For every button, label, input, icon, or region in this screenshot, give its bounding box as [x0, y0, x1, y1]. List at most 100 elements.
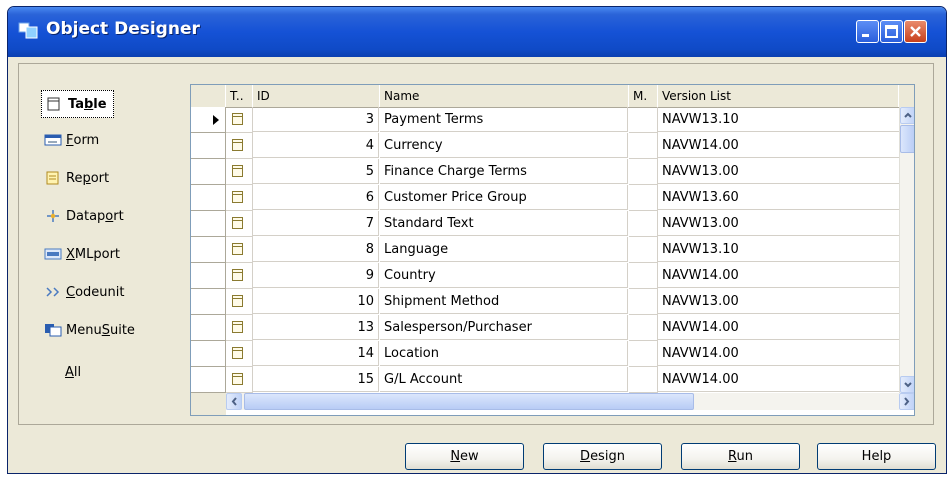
- minimize-button[interactable]: [856, 20, 879, 43]
- row-modified-cell[interactable]: [629, 185, 658, 211]
- row-type-cell[interactable]: [226, 107, 253, 133]
- table-row[interactable]: 3 Payment Terms NAVW13.10: [191, 107, 899, 133]
- table-row[interactable]: 15 G/L Account NAVW14.00: [191, 367, 899, 393]
- row-type-cell[interactable]: [226, 263, 253, 289]
- vertical-scrollbar[interactable]: [899, 107, 914, 393]
- row-type-cell[interactable]: [226, 211, 253, 237]
- row-version-cell[interactable]: NAVW13.10: [658, 237, 899, 262]
- row-modified-cell[interactable]: [629, 367, 658, 393]
- row-name-cell[interactable]: Location: [380, 341, 628, 366]
- row-type-cell[interactable]: [226, 185, 253, 211]
- table-row[interactable]: 4 Currency NAVW14.00: [191, 133, 899, 159]
- row-type-cell[interactable]: [226, 159, 253, 185]
- row-name-cell[interactable]: Shipment Method: [380, 289, 628, 314]
- run-button[interactable]: Run: [681, 443, 800, 470]
- row-version-cell[interactable]: NAVW14.00: [658, 263, 899, 288]
- column-header-modified[interactable]: M.: [629, 85, 658, 107]
- row-modified-cell[interactable]: [629, 237, 658, 263]
- column-header-id[interactable]: ID: [253, 85, 380, 107]
- row-name-cell[interactable]: Standard Text: [380, 211, 628, 236]
- row-selector[interactable]: [191, 341, 226, 367]
- row-id-cell[interactable]: 6: [253, 185, 379, 210]
- row-selector[interactable]: [191, 185, 226, 211]
- row-id-cell[interactable]: 3: [253, 107, 379, 132]
- row-version-cell[interactable]: NAVW13.10: [658, 107, 899, 132]
- row-id-cell[interactable]: 13: [253, 315, 379, 340]
- row-modified-cell[interactable]: [629, 133, 658, 159]
- row-version-cell[interactable]: NAVW13.00: [658, 289, 899, 314]
- design-button[interactable]: Design: [543, 443, 662, 470]
- title-bar[interactable]: Object Designer: [8, 7, 946, 57]
- scroll-up-button[interactable]: [900, 107, 914, 124]
- table-row[interactable]: 6 Customer Price Group NAVW13.60: [191, 185, 899, 211]
- type-xmlport[interactable]: X MLport: [44, 242, 120, 266]
- row-selector[interactable]: [191, 367, 226, 393]
- row-type-cell[interactable]: [226, 315, 253, 341]
- row-selector[interactable]: [191, 289, 226, 315]
- close-button[interactable]: [904, 20, 927, 43]
- row-selector[interactable]: [191, 133, 226, 159]
- row-id-cell[interactable]: 14: [253, 341, 379, 366]
- row-name-cell[interactable]: Finance Charge Terms: [380, 159, 628, 184]
- row-version-cell[interactable]: NAVW13.00: [658, 159, 899, 184]
- type-all[interactable]: All: [65, 360, 81, 384]
- row-id-cell[interactable]: 8: [253, 237, 379, 262]
- column-header-version-list[interactable]: Version List: [658, 85, 899, 107]
- row-type-cell[interactable]: [226, 133, 253, 159]
- row-name-cell[interactable]: Language: [380, 237, 628, 262]
- row-modified-cell[interactable]: [629, 315, 658, 341]
- row-modified-cell[interactable]: [629, 211, 658, 237]
- type-report[interactable]: Re p ort: [44, 166, 109, 190]
- row-selector[interactable]: [191, 237, 226, 263]
- type-codeunit[interactable]: Codeunit: [44, 280, 124, 304]
- maximize-button[interactable]: [880, 20, 903, 43]
- vertical-scroll-thumb[interactable]: [900, 125, 914, 153]
- row-type-cell[interactable]: [226, 237, 253, 263]
- table-row[interactable]: 14 Location NAVW14.00: [191, 341, 899, 367]
- row-name-cell[interactable]: Country: [380, 263, 628, 288]
- row-name-cell[interactable]: Salesperson/Purchaser: [380, 315, 628, 340]
- row-version-cell[interactable]: NAVW13.00: [658, 211, 899, 236]
- row-modified-cell[interactable]: [629, 289, 658, 315]
- table-row[interactable]: 8 Language NAVW13.10: [191, 237, 899, 263]
- row-id-cell[interactable]: 15: [253, 367, 379, 392]
- row-name-cell[interactable]: Customer Price Group: [380, 185, 628, 210]
- row-selector[interactable]: [191, 159, 226, 185]
- row-modified-cell[interactable]: [629, 107, 658, 133]
- row-selector[interactable]: [191, 315, 226, 341]
- row-id-cell[interactable]: 7: [253, 211, 379, 236]
- row-id-cell[interactable]: 5: [253, 159, 379, 184]
- table-row[interactable]: 9 Country NAVW14.00: [191, 263, 899, 289]
- row-name-cell[interactable]: Payment Terms: [380, 107, 628, 132]
- help-button[interactable]: Help: [817, 443, 936, 470]
- row-id-cell[interactable]: 10: [253, 289, 379, 314]
- column-header-name[interactable]: Name: [380, 85, 629, 107]
- row-version-cell[interactable]: NAVW14.00: [658, 133, 899, 158]
- new-button[interactable]: New: [405, 443, 524, 470]
- type-table[interactable]: Ta b le: [41, 90, 114, 118]
- row-version-cell[interactable]: NAVW14.00: [658, 341, 899, 366]
- row-type-cell[interactable]: [226, 289, 253, 315]
- type-form[interactable]: Form: [44, 128, 99, 152]
- row-selector[interactable]: [191, 107, 226, 133]
- row-name-cell[interactable]: G/L Account: [380, 367, 628, 392]
- scroll-left-button[interactable]: [226, 393, 242, 410]
- row-version-cell[interactable]: NAVW14.00: [658, 367, 899, 392]
- row-modified-cell[interactable]: [629, 341, 658, 367]
- type-dataport[interactable]: Datap o rt: [44, 204, 124, 228]
- column-header-type[interactable]: T..: [226, 85, 253, 107]
- table-row[interactable]: 10 Shipment Method NAVW13.00: [191, 289, 899, 315]
- row-selector[interactable]: [191, 263, 226, 289]
- scroll-down-button[interactable]: [900, 376, 914, 393]
- row-modified-cell[interactable]: [629, 263, 658, 289]
- table-row[interactable]: 13 Salesperson/Purchaser NAVW14.00: [191, 315, 899, 341]
- row-name-cell[interactable]: Currency: [380, 133, 628, 158]
- row-id-cell[interactable]: 9: [253, 263, 379, 288]
- table-row[interactable]: 7 Standard Text NAVW13.00: [191, 211, 899, 237]
- row-selector[interactable]: [191, 211, 226, 237]
- scroll-right-button[interactable]: [899, 393, 914, 410]
- row-version-cell[interactable]: NAVW14.00: [658, 315, 899, 340]
- row-id-cell[interactable]: 4: [253, 133, 379, 158]
- row-modified-cell[interactable]: [629, 159, 658, 185]
- row-version-cell[interactable]: NAVW13.60: [658, 185, 899, 210]
